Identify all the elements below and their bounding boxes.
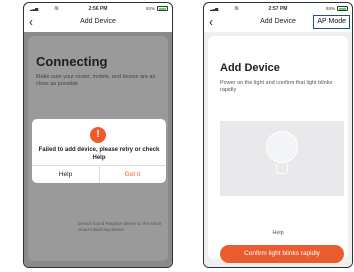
help-link[interactable]: Help (208, 230, 348, 236)
confirm-blinks-button[interactable]: Confirm light blinks rapidly (220, 245, 344, 263)
content-area: Add Device Power on the light and confir… (204, 32, 352, 267)
exclamation-icon: ! (90, 127, 106, 143)
status-bar: ▂▃▅ ≋ 2:57 PM 93% (204, 3, 352, 14)
phone-screen-connecting: ▂▃▅ ≋ 2:56 PM 92% ‹ Add Device Connectin… (23, 2, 173, 268)
nav-bar: ‹ Add Device AP Mode (204, 14, 352, 32)
light-bulb-base (276, 164, 288, 174)
battery-icon (337, 6, 348, 11)
got-it-button[interactable]: Got it (99, 166, 166, 183)
nav-bar: ‹ Add Device (24, 14, 172, 32)
phone-screen-add-device: ▂▃▅ ≋ 2:57 PM 93% ‹ Add Device AP Mode A… (203, 2, 353, 268)
battery-icon (157, 6, 168, 11)
dimmed-overlay: Connecting Make sure your router, mobile… (24, 32, 172, 267)
battery-percent: 92% (145, 6, 155, 11)
error-dialog: ! Failed to add device, please retry or … (32, 119, 166, 183)
connecting-heading: Connecting (36, 54, 108, 69)
add-device-heading: Add Device (220, 62, 280, 74)
page-title: Add Device (80, 18, 116, 25)
ap-mode-button[interactable]: AP Mode (313, 15, 350, 29)
dialog-message: Failed to add device, please retry or ch… (38, 147, 160, 161)
light-bulb-icon (266, 131, 298, 163)
status-bar: ▂▃▅ ≋ 2:56 PM 92% (24, 3, 172, 14)
connecting-description: Make sure your router, mobile, and devic… (36, 74, 156, 87)
add-device-card: Add Device Power on the light and confir… (208, 36, 348, 263)
light-illustration (220, 121, 344, 196)
battery-percent: 93% (325, 6, 335, 11)
add-device-instructions: Power on the light and confirm that ligh… (220, 80, 333, 93)
progress-status-text: Device found Register device to the smar… (78, 221, 162, 232)
help-button[interactable]: Help (32, 166, 99, 183)
